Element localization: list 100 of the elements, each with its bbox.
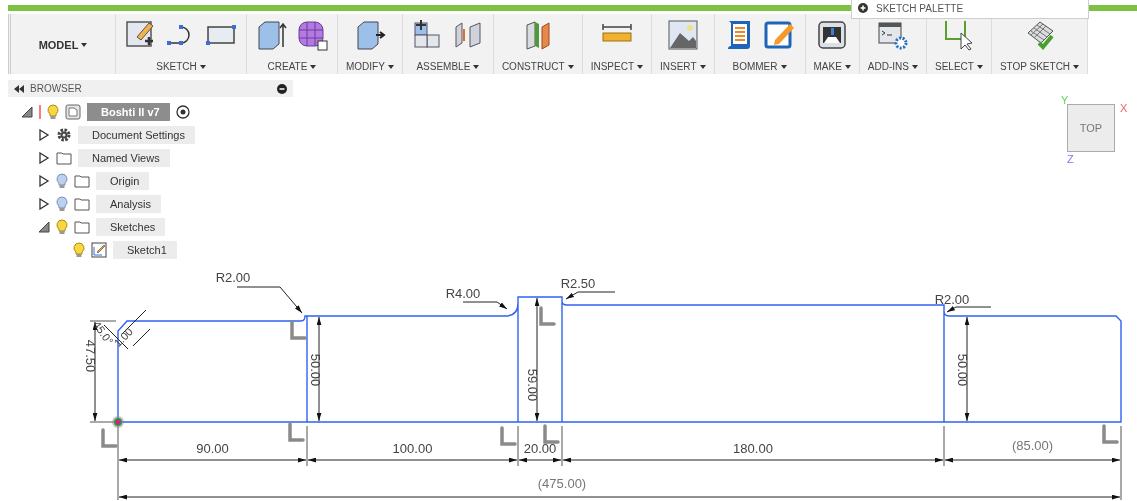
browser-item-label[interactable]: Sketch1: [113, 240, 177, 259]
folder-icon: [74, 172, 90, 189]
menu-dropdown[interactable]: STOP SKETCH: [999, 61, 1080, 72]
constraint-icon: [500, 426, 517, 446]
expand-triangle-icon[interactable]: [38, 151, 50, 164]
dimension-value[interactable]: 47.50: [83, 339, 98, 373]
extension-line: [517, 425, 519, 467]
browser-item-label[interactable]: Analysis: [96, 194, 161, 213]
leader-line: [565, 291, 616, 300]
dimension-value[interactable]: 20.00: [523, 441, 557, 456]
constraint-icon: [1102, 424, 1119, 444]
lightbulb-icon[interactable]: [47, 103, 59, 120]
menu-dropdown[interactable]: CREATE: [267, 61, 317, 72]
caret-icon: [199, 64, 206, 69]
sketch-palette-header[interactable]: SKETCH PALETTE: [851, 0, 1089, 19]
menu-dropdown[interactable]: SELECT: [935, 61, 983, 72]
dimension-value[interactable]: 50.00: [308, 353, 323, 387]
dimension-value[interactable]: R2.00: [934, 292, 970, 307]
lightbulb-icon[interactable]: [56, 195, 68, 212]
axis-label: Z: [1067, 153, 1074, 165]
dimension-value[interactable]: (85.00): [1011, 438, 1054, 453]
view-cube[interactable]: TOP: [1067, 104, 1115, 152]
toolbar-button[interactable]: [295, 18, 329, 52]
dimension-value[interactable]: 100.00: [392, 441, 433, 456]
caret-icon: [637, 64, 643, 69]
browser-item-label[interactable]: Sketches: [96, 217, 166, 236]
caret-icon: [310, 64, 317, 69]
terminal-gear-icon: [876, 19, 909, 51]
browser-item-label[interactable]: Named Views: [78, 148, 170, 167]
collapse-arrows-icon[interactable]: [14, 84, 24, 93]
menu-dropdown[interactable]: MODIFY: [346, 61, 394, 72]
menu-dropdown[interactable]: SKETCH: [156, 61, 206, 72]
browser-item-label[interactable]: Origin: [96, 171, 150, 190]
constraint-icon: [543, 424, 560, 444]
select-cursor-icon: [942, 19, 975, 51]
caret-icon: [473, 64, 480, 69]
constraint-icon: [539, 306, 556, 326]
leader-line: [462, 301, 508, 310]
folder-icon: [56, 149, 72, 166]
origin-point-icon: [112, 416, 124, 428]
extension-line: [89, 320, 117, 322]
sketch-icon: [91, 241, 107, 258]
dimension-value[interactable]: R2.50: [560, 276, 596, 291]
dimension-value[interactable]: 180.00: [733, 441, 773, 456]
gear-icon: [56, 126, 72, 143]
caret-icon: [699, 64, 706, 69]
axis-label: Y: [1061, 94, 1069, 106]
menu-dropdown[interactable]: ADD-INS: [867, 61, 918, 72]
extension-line: [561, 425, 563, 467]
menu-dropdown[interactable]: CONSTRUCT: [501, 61, 574, 72]
radio-target-icon[interactable]: [175, 104, 190, 119]
leader-line: [236, 286, 303, 314]
constraint-icon: [101, 428, 118, 448]
expand-triangle-icon[interactable]: [38, 174, 50, 187]
panel-title: BROWSER: [30, 83, 83, 94]
menu-dropdown[interactable]: ASSEMBLE: [416, 61, 480, 72]
box-arrow-icon: [256, 19, 288, 51]
menu-dropdown[interactable]: MAKE: [813, 61, 851, 72]
caret-icon: [81, 43, 88, 47]
constraint-icon: [288, 422, 305, 442]
lightbulb-icon[interactable]: [56, 172, 68, 189]
caret-icon: [1073, 64, 1080, 69]
minus-circle-icon[interactable]: [277, 83, 287, 94]
active-marker: [39, 104, 41, 119]
menu-dropdown[interactable]: INSERT: [660, 61, 706, 72]
expand-triangle-icon[interactable]: [38, 197, 50, 210]
folder-icon: [74, 195, 90, 212]
pencil-square-icon: [763, 19, 796, 51]
caret-icon: [780, 64, 787, 69]
menu-dropdown[interactable]: BOMMER: [732, 61, 787, 72]
grid-sphere-icon: [296, 19, 328, 51]
collapse-triangle-icon[interactable]: [21, 105, 33, 118]
lightbulb-icon[interactable]: [73, 241, 85, 258]
axis-label: X: [1120, 102, 1128, 114]
plus-circle-icon: [858, 3, 868, 13]
dimension-value[interactable]: 50.00: [955, 353, 970, 387]
caret-icon: [976, 64, 983, 69]
browser-item-label[interactable]: Document Settings: [78, 125, 195, 144]
extension-line: [89, 421, 117, 423]
toolbar-button[interactable]: [255, 18, 289, 52]
extension-line: [306, 425, 308, 467]
workspace-dropdown[interactable]: MODEL: [38, 39, 88, 51]
dimension-value[interactable]: 59.00: [525, 368, 540, 402]
constraint-icon: [290, 320, 307, 340]
dimension-value[interactable]: R4.00: [445, 286, 481, 301]
lightbulb-icon[interactable]: [56, 218, 68, 235]
extension-line: [943, 425, 945, 467]
caret-icon: [567, 64, 574, 69]
landscape-image-icon: [666, 19, 699, 51]
menu-dropdown[interactable]: INSPECT: [590, 61, 643, 72]
dimension-value[interactable]: R2.00: [215, 270, 251, 285]
caret-icon: [387, 64, 394, 69]
printer-icon: [816, 19, 849, 51]
dimension-value[interactable]: (475.00): [537, 476, 587, 491]
caret-icon: [912, 64, 918, 69]
expand-triangle-icon[interactable]: [38, 128, 50, 141]
leader-line: [946, 306, 992, 313]
dimension-value[interactable]: 90.00: [196, 441, 229, 456]
collapse-triangle-icon[interactable]: [38, 220, 50, 233]
folder-icon: [74, 218, 90, 235]
